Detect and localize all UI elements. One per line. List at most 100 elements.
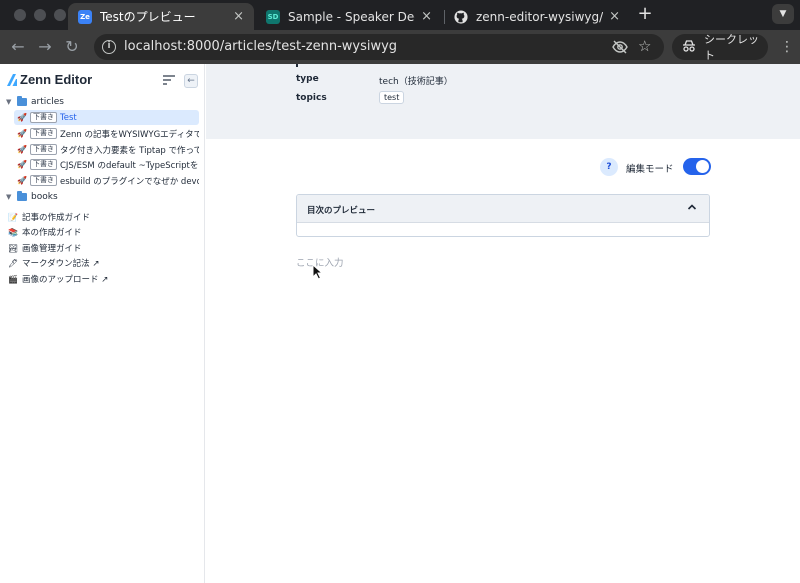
- window-minimize-button[interactable]: [34, 9, 46, 21]
- tab-title: Testのプレビュー: [100, 10, 196, 24]
- article-title: Test: [60, 112, 77, 123]
- window-close-button[interactable]: [14, 9, 26, 21]
- speakerdeck-favicon-icon: SD: [266, 9, 280, 24]
- guide-link[interactable]: 📝 記事の作成ガイド: [8, 211, 91, 224]
- chevron-up-icon[interactable]: [687, 202, 697, 212]
- folder-icon: [17, 191, 27, 201]
- memo-icon: 📝: [8, 212, 18, 222]
- tab-title: zenn-editor-wysiwyg/packag: [476, 9, 604, 24]
- guide-label: 記事の作成ガイド: [22, 213, 91, 223]
- draft-badge: 下書き: [29, 128, 57, 139]
- eye-off-icon[interactable]: [612, 40, 628, 54]
- folder-books[interactable]: ▼ books: [6, 191, 58, 202]
- rocket-icon: 🚀: [17, 160, 27, 169]
- article-item[interactable]: 🚀 下書き Test: [14, 110, 199, 125]
- browser-tab-speakerdeck[interactable]: SD Sample - Speaker Deck ×: [256, 3, 442, 30]
- new-tab-button[interactable]: +: [636, 4, 654, 24]
- page-content: Zenn Editor ← ▼ articles 🚀 下書き Test 🚀 下書…: [0, 64, 800, 583]
- incognito-label: シークレット: [704, 33, 759, 62]
- browser-tab-preview[interactable]: Ze Testのプレビュー ×: [68, 3, 254, 30]
- scroll-remnant: [296, 64, 298, 67]
- camera-icon: 🎬: [8, 274, 18, 284]
- brand: Zenn Editor: [7, 72, 92, 87]
- draft-badge: 下書き: [29, 159, 57, 170]
- back-button[interactable]: ←: [9, 38, 27, 56]
- reload-icon: ↻: [65, 37, 79, 56]
- tab-search-button[interactable]: ▼: [772, 4, 794, 24]
- zenn-logo-icon: [7, 73, 17, 86]
- frontmatter-panel: type tech（技術記事） topics test: [206, 64, 800, 139]
- zenn-favicon-icon: Ze: [78, 9, 92, 24]
- tab-close-icon[interactable]: ×: [609, 9, 620, 24]
- site-info-icon[interactable]: i: [102, 40, 116, 54]
- browser-tab-github[interactable]: zenn-editor-wysiwyg/packag ×: [444, 3, 630, 30]
- toc-preview-panel: 目次のプレビュー: [296, 194, 710, 237]
- tab-close-icon[interactable]: ×: [233, 9, 244, 24]
- window-zoom-button[interactable]: [54, 9, 66, 21]
- folder-label: books: [31, 192, 58, 202]
- reload-button[interactable]: ↻: [63, 38, 81, 56]
- guide-label: 本の作成ガイド: [22, 228, 82, 238]
- rocket-icon: 🚀: [17, 176, 27, 185]
- toc-title: 目次のプレビュー: [307, 206, 376, 216]
- article-title: CJS/ESM のdefault ~TypeScriptを...: [59, 160, 199, 171]
- topic-chip: test: [379, 91, 405, 104]
- address-bar[interactable]: i localhost:8000/articles/test-zenn-wysi…: [94, 34, 664, 60]
- article-item[interactable]: 🚀 下書き タグ付き入力要素を Tiptap で作って...: [14, 142, 199, 157]
- pen-icon: 🖊: [8, 258, 19, 268]
- mouse-cursor-icon: [312, 264, 323, 280]
- chevron-down-icon: ▼: [779, 9, 787, 19]
- arrow-left-icon: ←: [187, 76, 195, 86]
- arrow-left-icon: ←: [11, 37, 25, 56]
- guide-link[interactable]: 📚 本の作成ガイド: [8, 226, 82, 239]
- edit-mode-label: 編集モード: [626, 164, 674, 175]
- folder-label: articles: [31, 97, 64, 107]
- rocket-icon: 🚀: [17, 129, 27, 138]
- edit-mode-toggle[interactable]: [683, 158, 711, 175]
- draft-badge: 下書き: [30, 112, 57, 123]
- meta-topics-key: topics: [296, 93, 327, 103]
- help-button[interactable]: ?: [600, 158, 618, 176]
- picture-icon: 🏞: [8, 243, 19, 253]
- guide-link[interactable]: 🏞 画像管理ガイド: [8, 242, 82, 255]
- article-title: Zenn の記事をWYSIWYGエディタで...: [59, 129, 199, 140]
- tab-close-icon[interactable]: ×: [421, 9, 432, 24]
- collapse-sidebar-button[interactable]: ←: [184, 74, 198, 88]
- incognito-icon: [682, 39, 696, 55]
- guide-link[interactable]: 🖊 マークダウン記法 ↗: [8, 257, 100, 270]
- meta-type-value: tech（技術記事）: [379, 77, 453, 87]
- url-text[interactable]: localhost:8000/articles/test-zenn-wysiwy…: [124, 39, 397, 54]
- folder-icon: [17, 96, 27, 106]
- main-area: type tech（技術記事） topics test ? 編集モード 目次のプ…: [206, 64, 800, 583]
- article-item[interactable]: 🚀 下書き CJS/ESM のdefault ~TypeScriptを...: [14, 157, 199, 172]
- article-item[interactable]: 🚀 下書き esbuild のプラグインでなぜか devd...: [14, 173, 199, 188]
- draft-badge: 下書き: [29, 175, 57, 186]
- books-icon: 📚: [8, 227, 18, 237]
- guide-label: 画像のアップロード ↗: [22, 275, 109, 285]
- incognito-indicator[interactable]: シークレット: [672, 33, 768, 62]
- draft-badge: 下書き: [29, 144, 57, 155]
- article-title: esbuild のプラグインでなぜか devd...: [59, 176, 199, 187]
- browser-menu-icon[interactable]: ⋮: [780, 38, 794, 56]
- chevron-down-icon: ▼: [6, 98, 12, 106]
- arrow-right-icon: →: [38, 37, 52, 56]
- bookmark-star-icon[interactable]: ☆: [638, 37, 651, 55]
- sort-icon[interactable]: [163, 75, 175, 85]
- chevron-down-icon: ▼: [6, 193, 12, 201]
- folder-articles[interactable]: ▼ articles: [6, 96, 64, 107]
- article-title: タグ付き入力要素を Tiptap で作って...: [59, 145, 199, 156]
- browser-tab-bar: Ze Testのプレビュー × SD Sample - Speaker Deck…: [0, 0, 800, 30]
- toggle-knob: [696, 160, 709, 173]
- rocket-icon: 🚀: [17, 113, 27, 122]
- article-item[interactable]: 🚀 下書き Zenn の記事をWYSIWYGエディタで...: [14, 126, 199, 141]
- brand-name: Zenn Editor: [20, 72, 93, 87]
- guide-label: 画像管理ガイド: [22, 244, 82, 254]
- github-icon: [454, 9, 468, 24]
- sidebar: Zenn Editor ← ▼ articles 🚀 下書き Test 🚀 下書…: [0, 64, 205, 583]
- meta-type-key: type: [296, 74, 319, 84]
- browser-toolbar: ← → ↻ i localhost:8000/articles/test-zen…: [0, 30, 800, 64]
- toc-header[interactable]: 目次のプレビュー: [297, 195, 709, 223]
- forward-button[interactable]: →: [36, 38, 54, 56]
- rocket-icon: 🚀: [17, 145, 27, 154]
- guide-link[interactable]: 🎬 画像のアップロード ↗: [8, 273, 109, 286]
